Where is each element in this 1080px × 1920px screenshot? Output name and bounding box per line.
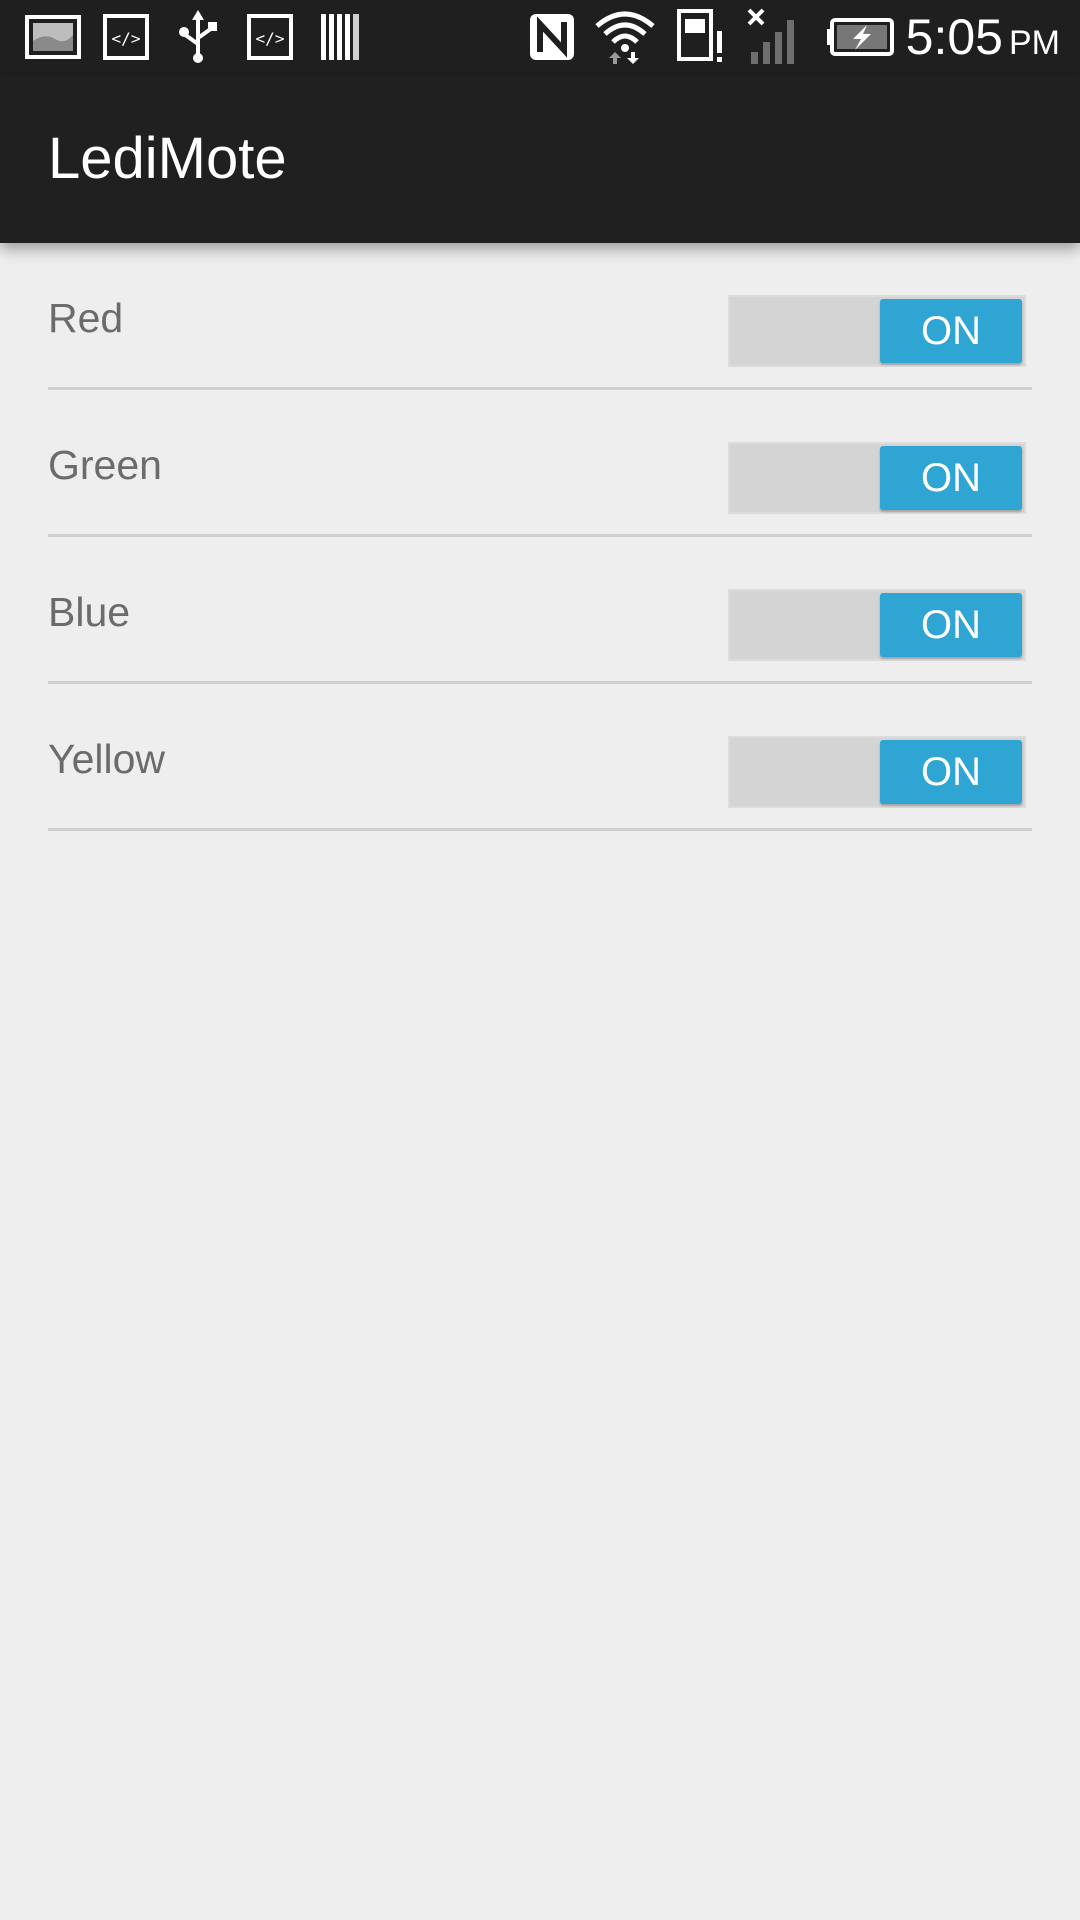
- app-title: LediMote: [48, 126, 287, 191]
- list-item-red: Red ON: [48, 243, 1032, 390]
- item-label: Yellow: [48, 736, 166, 782]
- list-item-green: Green ON: [48, 390, 1032, 537]
- status-bar: </> </> 5:05 PM: [0, 0, 1080, 75]
- list-item-blue: Blue ON: [48, 537, 1032, 684]
- item-label: Green: [48, 442, 162, 488]
- item-label: Blue: [48, 589, 131, 635]
- usb-icon: [175, 10, 221, 64]
- item-label: Red: [48, 295, 124, 341]
- blue-switch[interactable]: ON: [728, 589, 1026, 661]
- wifi-icon: [592, 10, 658, 64]
- switch-thumb: ON: [880, 299, 1022, 363]
- no-signal-icon: [744, 8, 806, 64]
- nfc-icon: [527, 10, 577, 64]
- code-icon: </>: [246, 10, 294, 64]
- action-bar: LediMote: [0, 75, 1080, 243]
- barcode-icon: [318, 10, 364, 64]
- code-icon: </>: [102, 10, 150, 64]
- battery-charging-icon: [824, 10, 896, 64]
- red-switch[interactable]: ON: [728, 295, 1026, 367]
- led-list: Red ON Green ON Blue ON Yellow ON: [0, 243, 1080, 831]
- sd-card-alert-icon: [674, 9, 728, 64]
- gallery-icon: [24, 10, 82, 64]
- status-time: 5:05 PM: [905, 9, 1060, 65]
- switch-thumb: ON: [880, 593, 1022, 657]
- svg-text:</>: </>: [256, 29, 285, 48]
- switch-thumb: ON: [880, 740, 1022, 804]
- svg-text:</>: </>: [112, 29, 141, 48]
- list-item-yellow: Yellow ON: [48, 684, 1032, 831]
- yellow-switch[interactable]: ON: [728, 736, 1026, 808]
- switch-thumb: ON: [880, 446, 1022, 510]
- green-switch[interactable]: ON: [728, 442, 1026, 514]
